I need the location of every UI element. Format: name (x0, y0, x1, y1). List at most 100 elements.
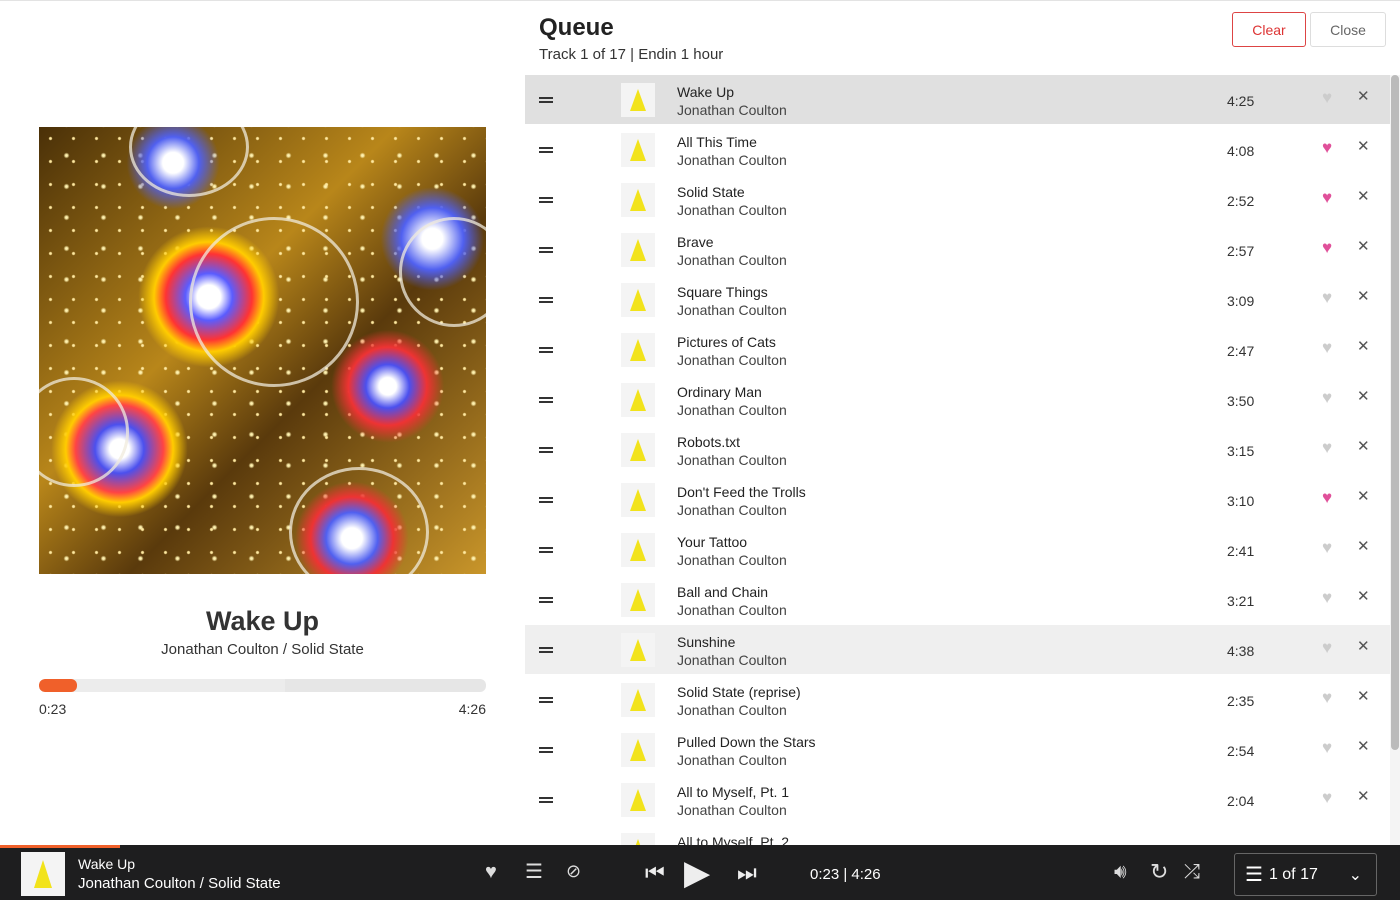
drag-handle-icon[interactable] (539, 647, 553, 653)
heart-icon[interactable]: ♥ (1322, 689, 1332, 706)
track-artist: Jonathan Coulton (677, 302, 787, 318)
player-progress[interactable] (0, 845, 121, 848)
drag-handle-icon[interactable] (539, 447, 553, 453)
heart-icon[interactable]: ♥ (1322, 339, 1332, 356)
drag-handle-icon[interactable] (539, 97, 553, 103)
heart-icon[interactable]: ♥ (1322, 789, 1332, 806)
heart-icon[interactable]: ♥ (1322, 589, 1332, 606)
remove-icon[interactable]: ✕ (1357, 539, 1370, 554)
heart-icon[interactable]: ♥ (1322, 389, 1332, 406)
queue-row[interactable]: All to Myself, Pt. 2 (525, 825, 1390, 845)
track-thumb (621, 533, 655, 567)
heart-icon[interactable]: ♥ (1322, 289, 1332, 306)
remove-icon[interactable]: ✕ (1357, 89, 1370, 104)
queue-row[interactable]: Robots.txt Jonathan Coulton 3:15 ♥ ✕ (525, 425, 1390, 475)
drag-handle-icon[interactable] (539, 397, 553, 403)
heart-icon[interactable]: ♥ (1322, 89, 1332, 106)
heart-icon[interactable]: ♥ (1322, 439, 1332, 456)
scrollbar-thumb[interactable] (1391, 75, 1399, 750)
track-artist: Jonathan Coulton (677, 802, 787, 818)
heart-icon[interactable]: ♥ (1322, 489, 1332, 506)
drag-handle-icon[interactable] (539, 547, 553, 553)
heart-icon[interactable]: ♥ (1322, 739, 1332, 756)
remove-icon[interactable]: ✕ (1357, 139, 1370, 154)
queue-row[interactable]: Ball and Chain Jonathan Coulton 3:21 ♥ ✕ (525, 575, 1390, 625)
track-title: Don't Feed the Trolls (677, 484, 806, 500)
heart-icon[interactable]: ♥ (1322, 639, 1332, 656)
track-thumb (621, 283, 655, 317)
list-icon[interactable]: ☰ (525, 862, 543, 882)
track-title: Ordinary Man (677, 384, 762, 400)
track-duration: 2:52 (1227, 193, 1255, 209)
queue-row[interactable]: Pulled Down the Stars Jonathan Coulton 2… (525, 725, 1390, 775)
player-time: 0:23 | 4:26 (810, 866, 881, 883)
remove-icon[interactable]: ✕ (1357, 339, 1370, 354)
clear-button[interactable]: Clear (1232, 12, 1306, 47)
remove-icon[interactable]: ✕ (1357, 189, 1370, 204)
repeat-icon[interactable]: ↻ (1150, 861, 1168, 883)
remove-icon[interactable]: ✕ (1357, 289, 1370, 304)
heart-icon[interactable]: ♥ (1322, 189, 1332, 206)
previous-icon[interactable]: ⏮ (645, 862, 665, 884)
drag-handle-icon[interactable] (539, 747, 553, 753)
drag-handle-icon[interactable] (539, 497, 553, 503)
track-title: Pictures of Cats (677, 334, 776, 350)
close-button[interactable]: Close (1310, 12, 1386, 47)
track-title: Solid State (reprise) (677, 684, 801, 700)
queue-row[interactable]: Ordinary Man Jonathan Coulton 3:50 ♥ ✕ (525, 375, 1390, 425)
track-duration: 2:35 (1227, 693, 1255, 709)
track-thumb (621, 433, 655, 467)
drag-handle-icon[interactable] (539, 297, 553, 303)
queue-toggle-button[interactable]: ☰ 1 of 17 ⌄ (1234, 853, 1377, 896)
queue-row[interactable]: Brave Jonathan Coulton 2:57 ♥ ✕ (525, 225, 1390, 275)
queue-row[interactable]: Pictures of Cats Jonathan Coulton 2:47 ♥… (525, 325, 1390, 375)
remove-icon[interactable]: ✕ (1357, 589, 1370, 604)
queue-row[interactable]: Solid State (reprise) Jonathan Coulton 2… (525, 675, 1390, 725)
drag-handle-icon[interactable] (539, 247, 553, 253)
now-playing-subtitle: Jonathan Coulton / Solid State (161, 641, 364, 658)
drag-handle-icon[interactable] (539, 147, 553, 153)
remove-icon[interactable]: ✕ (1357, 639, 1370, 654)
queue-row[interactable]: Square Things Jonathan Coulton 3:09 ♥ ✕ (525, 275, 1390, 325)
heart-icon[interactable]: ♥ (485, 862, 497, 882)
drag-handle-icon[interactable] (539, 597, 553, 603)
queue-row[interactable]: Don't Feed the Trolls Jonathan Coulton 3… (525, 475, 1390, 525)
shuffle-icon[interactable]: ⤮ (1184, 862, 1200, 882)
track-duration: 4:08 (1227, 143, 1255, 159)
player-subtitle: Jonathan Coulton / Solid State (78, 875, 281, 892)
drag-handle-icon[interactable] (539, 697, 553, 703)
queue-row[interactable]: Solid State Jonathan Coulton 2:52 ♥ ✕ (525, 175, 1390, 225)
remove-icon[interactable]: ✕ (1357, 439, 1370, 454)
track-title: All to Myself, Pt. 1 (677, 784, 790, 800)
queue-row[interactable]: All This Time Jonathan Coulton 4:08 ♥ ✕ (525, 125, 1390, 175)
queue-row[interactable]: Wake Up Jonathan Coulton 4:25 ♥ ✕ (525, 75, 1390, 125)
remove-icon[interactable]: ✕ (1357, 389, 1370, 404)
track-thumb (621, 483, 655, 517)
track-artist: Jonathan Coulton (677, 252, 787, 268)
remove-icon[interactable]: ✕ (1357, 789, 1370, 804)
track-duration: 3:21 (1227, 593, 1255, 609)
remove-icon[interactable]: ✕ (1357, 739, 1370, 754)
remove-icon[interactable]: ✕ (1357, 689, 1370, 704)
scrollbar[interactable] (1390, 75, 1400, 845)
next-icon[interactable]: ⏭ (737, 862, 757, 884)
drag-handle-icon[interactable] (539, 797, 553, 803)
player-album-thumb (21, 852, 65, 896)
queue-row[interactable]: Sunshine Jonathan Coulton 4:38 ♥ ✕ (525, 625, 1390, 675)
play-icon[interactable]: ▶ (684, 856, 710, 890)
volume-icon[interactable]: 🔊︎ (1114, 862, 1127, 882)
remove-icon[interactable]: ✕ (1357, 489, 1370, 504)
queue-row[interactable]: Your Tattoo Jonathan Coulton 2:41 ♥ ✕ (525, 525, 1390, 575)
seek-bar[interactable] (39, 679, 486, 692)
queue-row[interactable]: All to Myself, Pt. 1 Jonathan Coulton 2:… (525, 775, 1390, 825)
heart-icon[interactable]: ♥ (1322, 239, 1332, 256)
queue-title: Queue (539, 14, 614, 41)
drag-handle-icon[interactable] (539, 197, 553, 203)
remove-icon[interactable]: ✕ (1357, 239, 1370, 254)
drag-handle-icon[interactable] (539, 347, 553, 353)
heart-icon[interactable]: ♥ (1322, 139, 1332, 156)
visualizer-off-icon[interactable]: ⊘ (566, 862, 581, 880)
track-duration: 2:57 (1227, 243, 1255, 259)
heart-icon[interactable]: ♥ (1322, 539, 1332, 556)
track-artist: Jonathan Coulton (677, 452, 787, 468)
